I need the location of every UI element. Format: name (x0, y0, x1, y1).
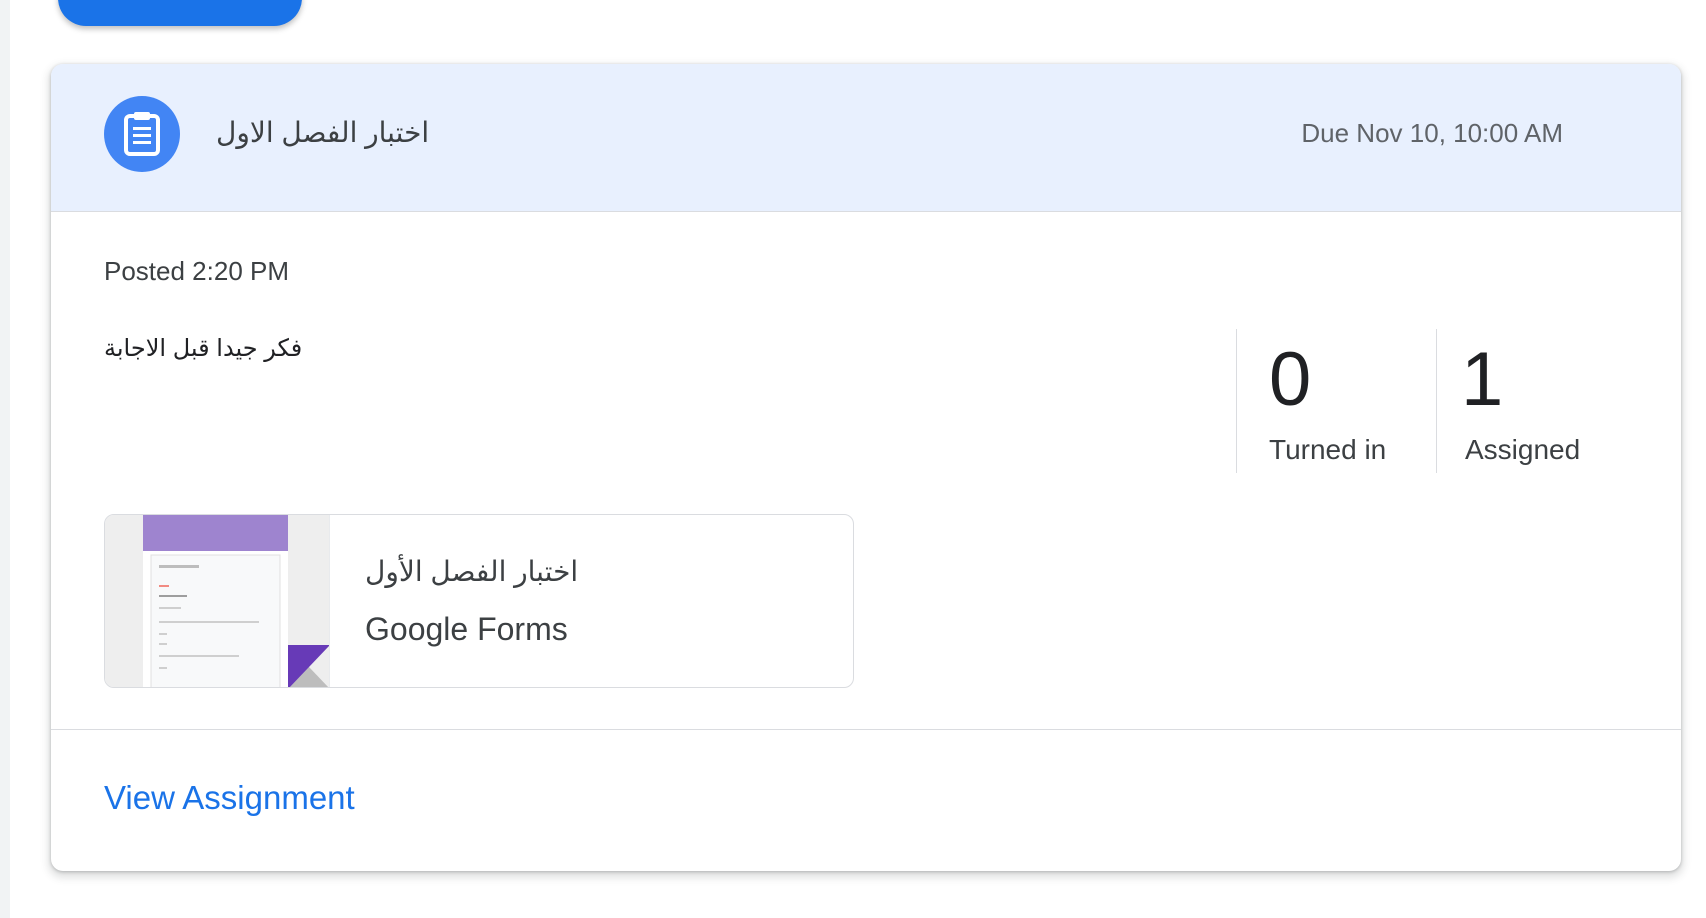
assigned-count[interactable]: 1 (1461, 336, 1503, 423)
assignment-card: اختبار الفصل الاول Due Nov 10, 10:00 AM … (51, 64, 1681, 871)
google-forms-thumbnail (105, 515, 330, 687)
due-date: Due Nov 10, 10:00 AM (1301, 118, 1563, 148)
posted-time: Posted 2:20 PM (104, 256, 289, 286)
turned-in-label: Turned in (1269, 434, 1387, 465)
turned-in-count[interactable]: 0 (1269, 336, 1311, 423)
footer-divider (51, 729, 1681, 730)
left-edge-strip (0, 0, 10, 918)
attachment-google-form[interactable]: اختبار الفصل الأول Google Forms (104, 514, 854, 688)
assigned-label: Assigned (1465, 434, 1581, 465)
stat-divider (1436, 329, 1437, 473)
view-assignment-link[interactable]: View Assignment (104, 779, 355, 817)
stat-divider (1236, 329, 1237, 473)
assignment-header[interactable]: اختبار الفصل الاول Due Nov 10, 10:00 AM (51, 64, 1681, 212)
assignment-instructions: فكر جيدا قبل الاجابة (104, 335, 303, 362)
assignment-title: اختبار الفصل الاول (216, 117, 430, 148)
page: اختبار الفصل الاول Due Nov 10, 10:00 AM … (0, 0, 1706, 918)
attachment-title: اختبار الفصل الأول (365, 556, 579, 587)
create-button[interactable] (58, 0, 302, 26)
assignment-icon (104, 96, 180, 172)
attachment-type: Google Forms (365, 611, 568, 647)
